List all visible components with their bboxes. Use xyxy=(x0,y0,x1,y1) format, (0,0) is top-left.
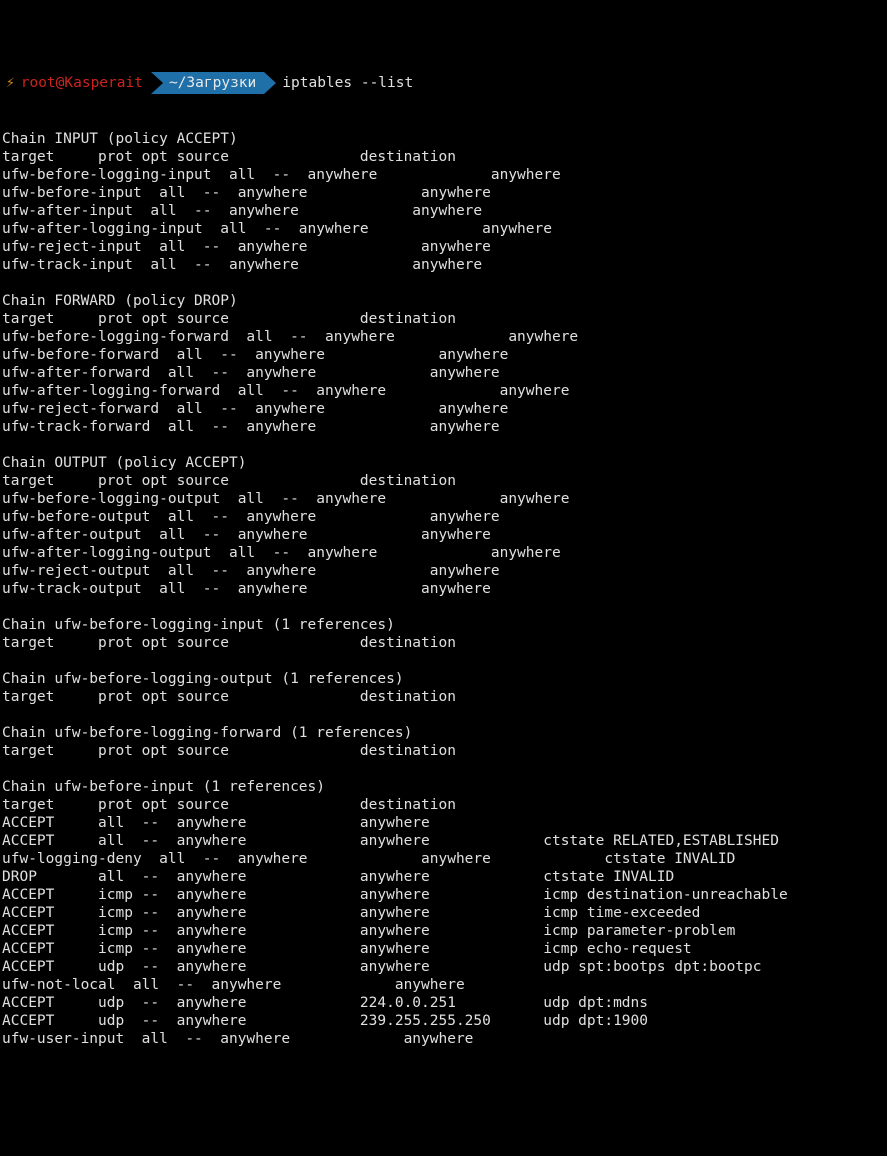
output-line xyxy=(2,274,885,292)
prompt-user: root xyxy=(21,74,56,92)
output-line: ufw-before-logging-output all -- anywher… xyxy=(2,490,885,508)
command-text[interactable]: iptables --list xyxy=(276,74,413,92)
arrow-icon xyxy=(151,72,163,94)
output-line xyxy=(2,598,885,616)
output-line: ufw-track-input all -- anywhere anywhere xyxy=(2,256,885,274)
output-line: target prot opt source destination xyxy=(2,742,885,760)
output-line: ACCEPT icmp -- anywhere anywhere icmp ec… xyxy=(2,940,885,958)
prompt-at: @ xyxy=(56,74,65,92)
output-line: Chain OUTPUT (policy ACCEPT) xyxy=(2,454,885,472)
output-line: ACCEPT icmp -- anywhere anywhere icmp de… xyxy=(2,886,885,904)
output-line: ufw-after-logging-output all -- anywhere… xyxy=(2,544,885,562)
prompt-user-segment: ⚡ root@Kasperait xyxy=(0,72,151,94)
prompt-host: Kasperait xyxy=(64,74,143,92)
output-line: ACCEPT all -- anywhere anywhere ctstate … xyxy=(2,832,885,850)
output-line: target prot opt source destination xyxy=(2,634,885,652)
output-line xyxy=(2,706,885,724)
output-line: ACCEPT udp -- anywhere 224.0.0.251 udp d… xyxy=(2,994,885,1012)
output-line: ufw-after-output all -- anywhere anywher… xyxy=(2,526,885,544)
output-line: ufw-after-logging-forward all -- anywher… xyxy=(2,382,885,400)
terminal-output: Chain INPUT (policy ACCEPT)target prot o… xyxy=(0,130,887,1066)
output-line: Chain FORWARD (policy DROP) xyxy=(2,292,885,310)
output-line xyxy=(2,436,885,454)
output-line: target prot opt source destination xyxy=(2,688,885,706)
output-line: target prot opt source destination xyxy=(2,472,885,490)
output-line: ufw-before-forward all -- anywhere anywh… xyxy=(2,346,885,364)
prompt-path: ~/Загрузки xyxy=(169,74,256,92)
output-line: ufw-before-logging-input all -- anywhere… xyxy=(2,166,885,184)
output-line: ufw-after-logging-input all -- anywhere … xyxy=(2,220,885,238)
output-line: ufw-logging-deny all -- anywhere anywher… xyxy=(2,850,885,868)
output-line: Chain ufw-before-logging-output (1 refer… xyxy=(2,670,885,688)
output-line: ufw-reject-forward all -- anywhere anywh… xyxy=(2,400,885,418)
output-line xyxy=(2,1048,885,1066)
output-line: ufw-track-forward all -- anywhere anywhe… xyxy=(2,418,885,436)
output-line: target prot opt source destination xyxy=(2,310,885,328)
output-line: ACCEPT udp -- anywhere 239.255.255.250 u… xyxy=(2,1012,885,1030)
output-line: ufw-user-input all -- anywhere anywhere xyxy=(2,1030,885,1048)
output-line: ufw-not-local all -- anywhere anywhere xyxy=(2,976,885,994)
output-line: ACCEPT icmp -- anywhere anywhere icmp pa… xyxy=(2,922,885,940)
output-line: ACCEPT icmp -- anywhere anywhere icmp ti… xyxy=(2,904,885,922)
output-line: target prot opt source destination xyxy=(2,148,885,166)
output-line: Chain ufw-before-logging-forward (1 refe… xyxy=(2,724,885,742)
output-line xyxy=(2,652,885,670)
bolt-icon: ⚡ xyxy=(6,74,15,92)
output-line: ufw-before-output all -- anywhere anywhe… xyxy=(2,508,885,526)
output-line: ufw-reject-output all -- anywhere anywhe… xyxy=(2,562,885,580)
arrow-icon xyxy=(264,72,276,94)
output-line: ufw-after-forward all -- anywhere anywhe… xyxy=(2,364,885,382)
output-line: ufw-reject-input all -- anywhere anywher… xyxy=(2,238,885,256)
prompt-path-segment: ~/Загрузки xyxy=(151,72,264,94)
prompt-line[interactable]: ⚡ root@Kasperait ~/Загрузки iptables --l… xyxy=(0,72,887,94)
output-line: DROP all -- anywhere anywhere ctstate IN… xyxy=(2,868,885,886)
output-line: Chain INPUT (policy ACCEPT) xyxy=(2,130,885,148)
output-line xyxy=(2,760,885,778)
output-line: ACCEPT udp -- anywhere anywhere udp spt:… xyxy=(2,958,885,976)
output-line: ufw-after-input all -- anywhere anywhere xyxy=(2,202,885,220)
output-line: ufw-before-input all -- anywhere anywher… xyxy=(2,184,885,202)
output-line: target prot opt source destination xyxy=(2,796,885,814)
output-line: ufw-before-logging-forward all -- anywhe… xyxy=(2,328,885,346)
output-line: Chain ufw-before-logging-input (1 refere… xyxy=(2,616,885,634)
output-line: ufw-track-output all -- anywhere anywher… xyxy=(2,580,885,598)
output-line: Chain ufw-before-input (1 references) xyxy=(2,778,885,796)
output-line: ACCEPT all -- anywhere anywhere xyxy=(2,814,885,832)
